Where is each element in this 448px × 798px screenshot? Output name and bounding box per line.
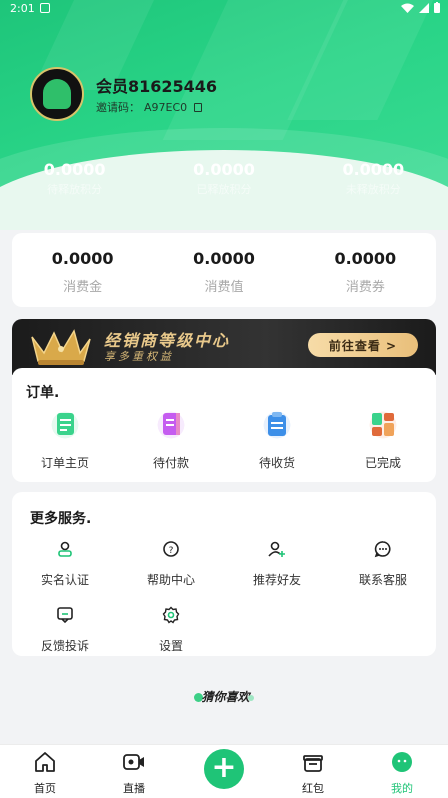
wallet-label: 消费金 <box>63 280 103 295</box>
user-verify-icon <box>58 541 72 557</box>
profile-icon <box>392 752 412 772</box>
service-label: 联系客服 <box>358 573 407 587</box>
clipboard-icon <box>260 408 294 442</box>
invite-code-row[interactable]: 邀请码： A97EC0 <box>96 99 203 115</box>
wallet-stat-consume-value[interactable]: 0.0000 消费值 <box>153 233 294 307</box>
services-title: 更多服务. <box>30 511 92 527</box>
order-shortcuts: 订单主页 待付款 待收货 已完成 <box>12 408 436 471</box>
points-label: 未释放积分 <box>345 183 401 196</box>
svg-text:?: ? <box>169 546 174 556</box>
orders-card: 订单. 订单主页 待付款 待收货 已完成 <box>12 368 436 482</box>
tab-label: 首页 <box>34 782 56 795</box>
copy-icon[interactable] <box>194 102 203 112</box>
points-stat-pending[interactable]: 0.0000 待释放积分 <box>0 160 149 197</box>
points-stat-released[interactable]: 0.0000 已释放积分 <box>149 160 298 197</box>
service-contact[interactable]: 联系客服 <box>330 540 436 588</box>
help-icon: ? <box>163 541 179 557</box>
services-card: 更多服务. 实名认证 ? 帮助中心 推荐好友 联系客服 反馈投诉 设置 <box>12 492 436 656</box>
points-label: 已释放积分 <box>196 183 252 196</box>
wallet-value: 0.0000 <box>334 249 397 268</box>
services-grid: 实名认证 ? 帮助中心 推荐好友 联系客服 反馈投诉 设置 <box>12 540 436 654</box>
guess-label: 猜你喜欢 <box>201 690 250 704</box>
points-value: 0.0000 <box>43 160 106 179</box>
tab-home[interactable]: 首页 <box>15 751 75 796</box>
wallet-stat-coupon[interactable]: 0.0000 消费券 <box>295 233 436 307</box>
points-label: 待释放积分 <box>47 183 103 196</box>
invite-code: A97EC0 <box>144 100 188 114</box>
order-completed-item[interactable]: 已完成 <box>330 408 436 471</box>
decor-dot <box>247 694 254 701</box>
order-home-item[interactable]: 订单主页 <box>12 408 118 471</box>
publish-plus-button[interactable]: + <box>204 749 244 789</box>
status-icons <box>401 2 440 13</box>
order-completed-label: 已完成 <box>364 456 401 470</box>
home-icon <box>35 752 55 772</box>
points-stat-unreleased[interactable]: 0.0000 未释放积分 <box>299 160 448 197</box>
wallet-label: 消费券 <box>345 280 385 295</box>
service-label: 推荐好友 <box>252 573 301 587</box>
wallet-value: 0.0000 <box>51 249 114 268</box>
invite-label: 邀请码： <box>96 101 140 114</box>
feedback-icon <box>57 607 73 624</box>
signal-icon <box>419 2 429 13</box>
avatar-mascot-icon <box>43 79 71 109</box>
order-home-icon <box>48 408 82 442</box>
points-value: 0.0000 <box>193 160 255 179</box>
banner-subtitle: 享多重权益 <box>104 350 174 363</box>
points-value: 0.0000 <box>342 160 405 179</box>
service-label: 帮助中心 <box>146 573 195 587</box>
tab-red-packet[interactable]: 红包 <box>283 751 343 796</box>
service-label: 反馈投诉 <box>40 639 89 653</box>
order-pending-receive-item[interactable]: 待收货 <box>224 408 330 471</box>
tab-label: 红包 <box>302 782 324 795</box>
service-real-name[interactable]: 实名认证 <box>12 540 118 588</box>
notification-icon <box>40 3 50 13</box>
wallet-value: 0.0000 <box>193 249 255 268</box>
order-pending-receive-label: 待收货 <box>258 456 295 470</box>
tab-mine[interactable]: 我的 <box>372 751 432 796</box>
service-help[interactable]: ? 帮助中心 <box>118 540 224 588</box>
service-label: 设置 <box>158 639 183 653</box>
username: 会员81625446 <box>96 77 218 96</box>
add-friend-icon <box>268 541 285 557</box>
settings-icon <box>162 606 180 624</box>
chat-icon <box>374 541 391 558</box>
gift-icon <box>303 755 323 772</box>
tab-label: 我的 <box>391 782 413 795</box>
service-feedback[interactable]: 反馈投诉 <box>12 606 118 654</box>
battery-icon <box>434 2 440 13</box>
orders-title: 订单. <box>26 385 60 401</box>
order-pending-pay-item[interactable]: 待付款 <box>118 408 224 471</box>
status-time: 2:01 <box>10 2 35 15</box>
order-home-label: 订单主页 <box>40 456 89 470</box>
wallet-stats-card: 0.0000 消费金 0.0000 消费值 0.0000 消费券 <box>12 233 436 307</box>
banner-view-button[interactable]: 前往查看 > <box>308 333 418 357</box>
avatar[interactable] <box>30 67 84 121</box>
tab-live[interactable]: 直播 <box>104 751 164 796</box>
wifi-icon <box>401 3 414 13</box>
service-label: 实名认证 <box>40 573 89 587</box>
grid-done-icon <box>366 408 400 442</box>
service-settings[interactable]: 设置 <box>118 606 224 654</box>
order-pending-pay-label: 待付款 <box>152 456 189 470</box>
video-icon <box>123 754 144 770</box>
points-stats: 0.0000 待释放积分 0.0000 已释放积分 0.0000 未释放积分 <box>0 160 448 197</box>
wallet-stat-consume-gold[interactable]: 0.0000 消费金 <box>12 233 153 307</box>
wallet-label: 消费值 <box>204 280 244 295</box>
crown-icon <box>31 329 91 365</box>
tab-label: 直播 <box>123 782 145 795</box>
guess-you-like-title: 猜你喜欢 <box>0 688 448 705</box>
service-recommend[interactable]: 推荐好友 <box>224 540 330 588</box>
wallet-icon <box>154 408 188 442</box>
status-bar: 2:01 <box>0 0 448 18</box>
dealer-level-banner[interactable]: 经销商等级中心 享多重权益 前往查看 > <box>12 319 436 375</box>
